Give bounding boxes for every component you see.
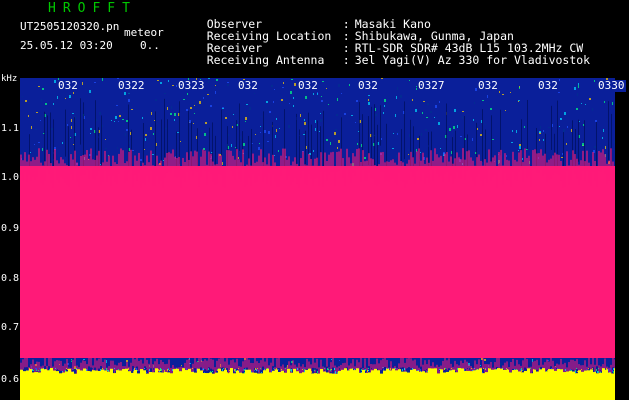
spectrogram-plot	[20, 78, 615, 400]
antenna-row: Receiving Antenna:3el Yagi(V) Az 330 for…	[179, 39, 590, 81]
y-tick-label: 1.0	[1, 172, 20, 183]
y-axis-unit: kHz	[1, 74, 18, 84]
app-title: HROFFT	[48, 1, 137, 16]
header-panel: HROFFT UT2505120320.pn meteor 25.05.12 0…	[0, 0, 629, 76]
file-name: UT2505120320.pn	[20, 20, 120, 33]
observation-datetime: 25.05.12 03:20	[20, 39, 113, 52]
y-tick-label: 1.1	[1, 123, 20, 134]
antenna-separator: :	[342, 53, 350, 67]
x-tick-label: 032	[237, 79, 259, 92]
antenna-value: 3el Yagi(V) Az 330 for Vladivostok	[354, 53, 591, 67]
spectrogram-image	[20, 78, 615, 400]
y-tick-label: 0.9	[1, 223, 20, 234]
x-tick-label: 032	[297, 79, 319, 92]
y-tick-label: 0.7	[1, 322, 20, 333]
x-tick-label: 032	[57, 79, 79, 92]
y-tick-label: 0.6	[1, 374, 20, 385]
mode-label: meteor	[124, 26, 164, 39]
y-tick-label: 0.8	[1, 273, 20, 284]
x-tick-label: 0322	[117, 79, 146, 92]
x-tick-label: 032	[477, 79, 499, 92]
antenna-label: Receiving Antenna	[206, 53, 325, 67]
x-tick-label: 0330	[597, 79, 626, 92]
x-tick-label: 0323	[177, 79, 206, 92]
x-tick-label: 032	[357, 79, 379, 92]
x-tick-label: 0327	[417, 79, 446, 92]
frame-counter: 0..	[140, 39, 160, 52]
x-tick-label: 032	[537, 79, 559, 92]
